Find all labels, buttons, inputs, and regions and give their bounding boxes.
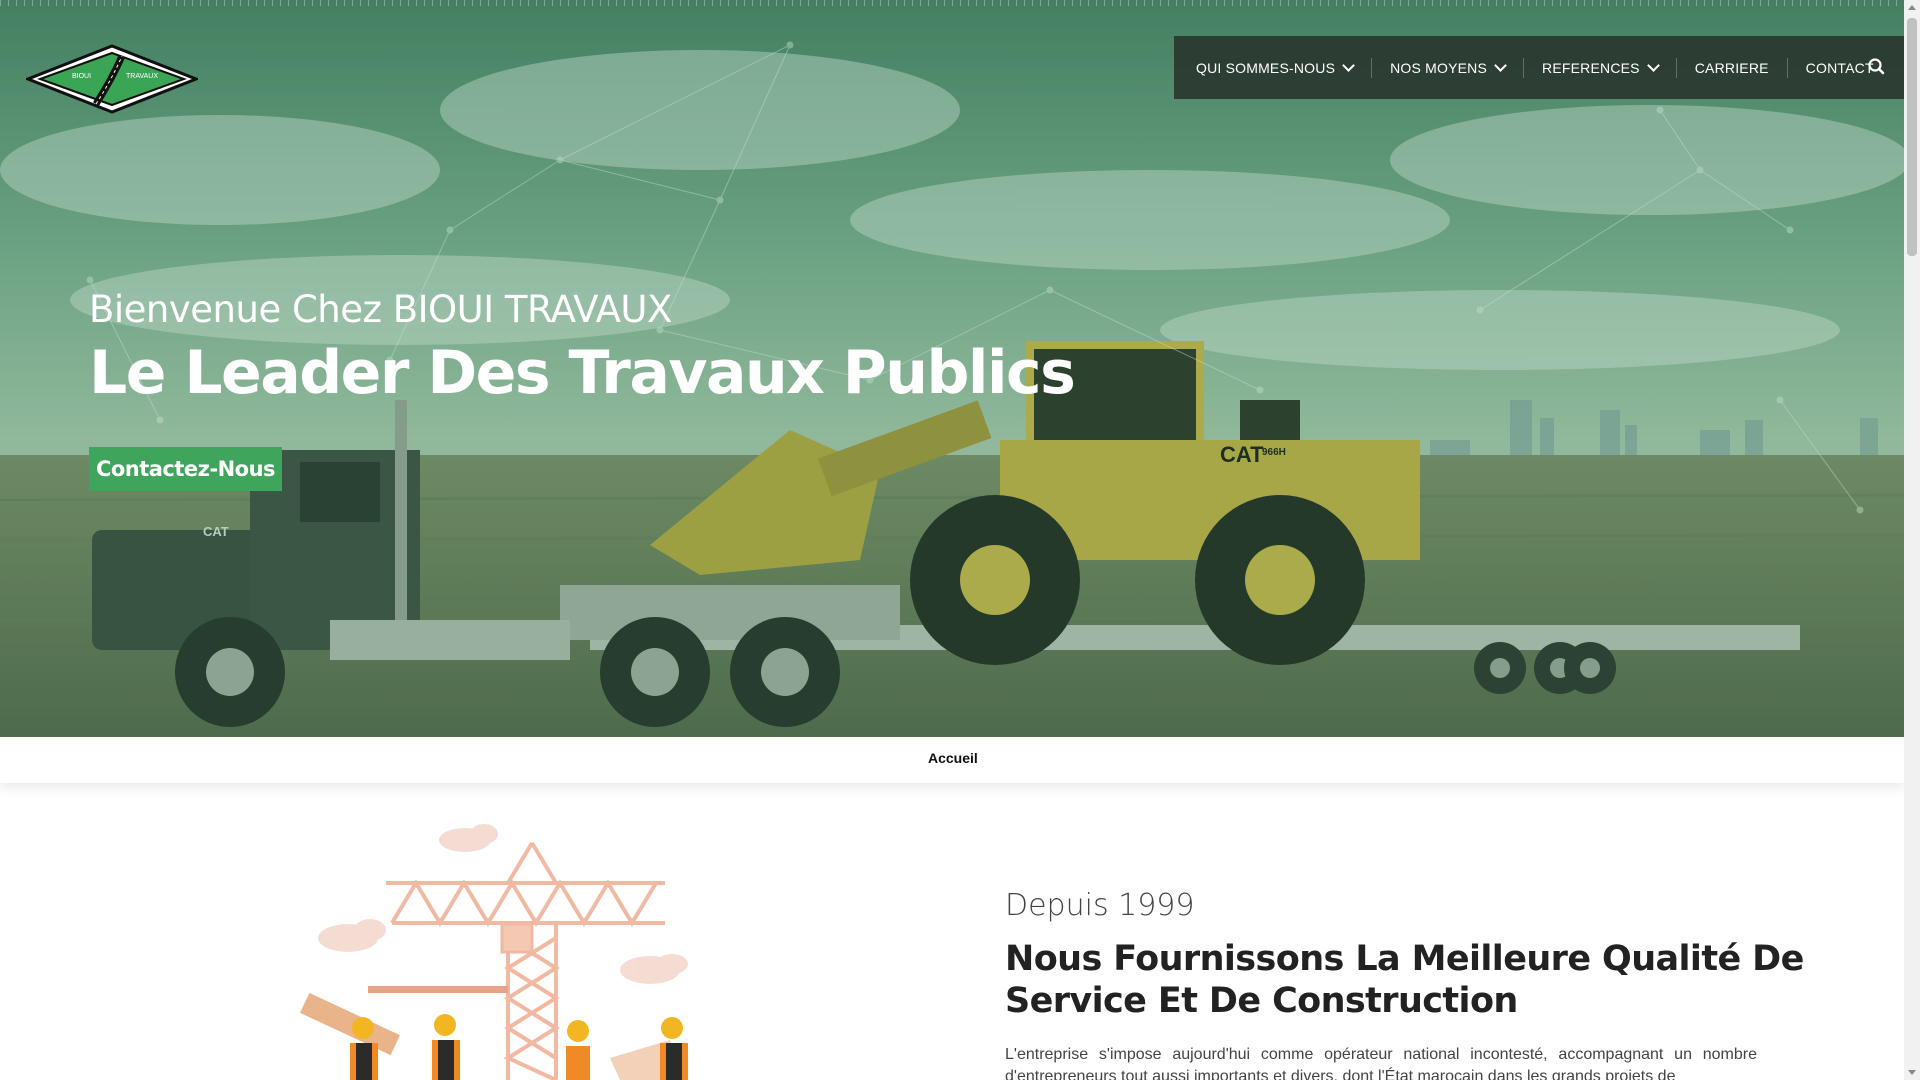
- nav-label: CONTACT: [1805, 59, 1874, 76]
- company-logo[interactable]: BIOUI TRAVAUX: [26, 44, 198, 114]
- nav-item-carriere[interactable]: CARRIERE: [1675, 57, 1787, 78]
- construction-illustration: [300, 824, 688, 1080]
- chevron-down-icon: [1342, 59, 1355, 72]
- breadcrumb-home[interactable]: Accueil: [928, 750, 978, 766]
- top-dotted-strip: [0, 0, 1904, 6]
- nav-item-nos-moyens[interactable]: NOS MOYENS: [1371, 57, 1523, 78]
- svg-text:BIOUI: BIOUI: [72, 73, 91, 80]
- about-description: L'entreprise s'impose aujourd'hui comme …: [1005, 1046, 1757, 1080]
- about-title: Nous Fournissons La Meilleure Qualité De…: [1005, 939, 1804, 1021]
- scrollbar-thumb[interactable]: [1907, 18, 1917, 256]
- hero-banner: CAT CAT 966H BIOUI TRAVAUX QUI SOMMES-NO…: [0, 0, 1904, 737]
- workers: [300, 992, 688, 1080]
- nav-label: QUI SOMMES-NOUS: [1196, 59, 1336, 76]
- scroll-up-arrow-icon[interactable]: [1908, 5, 1916, 10]
- chevron-down-icon: [1494, 59, 1507, 72]
- nav-label: CARRIERE: [1694, 59, 1769, 76]
- nav-item-qui-sommes-nous[interactable]: QUI SOMMES-NOUS: [1196, 58, 1371, 78]
- about-since: Depuis 1999: [1005, 888, 1195, 923]
- hero-title: Le Leader Des Travaux Publics: [89, 338, 1076, 408]
- main-navigation: QUI SOMMES-NOUS NOS MOYENS REFERENCES CA…: [1174, 36, 1904, 99]
- nav-label: NOS MOYENS: [1390, 59, 1488, 76]
- nav-item-references[interactable]: REFERENCES: [1523, 57, 1676, 78]
- search-icon[interactable]: [1866, 56, 1888, 78]
- breadcrumb: Accueil: [0, 737, 1904, 783]
- contact-us-button[interactable]: Contactez-Nous: [89, 447, 282, 491]
- svg-text:TRAVAUX: TRAVAUX: [126, 73, 158, 80]
- chevron-down-icon: [1646, 59, 1660, 72]
- hero-subtitle: Bienvenue Chez BIOUI TRAVAUX: [89, 288, 672, 331]
- scroll-down-arrow-icon[interactable]: [1908, 1070, 1916, 1075]
- page-scrollbar[interactable]: [1904, 0, 1920, 1080]
- nav-label: REFERENCES: [1542, 59, 1640, 76]
